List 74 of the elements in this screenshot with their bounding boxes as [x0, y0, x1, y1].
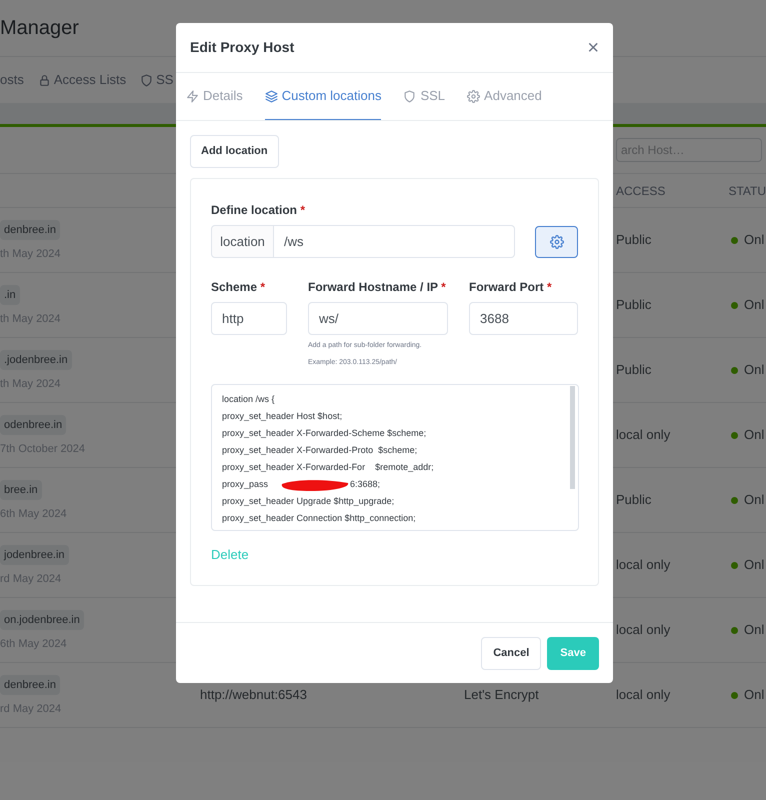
- code-line: proxy_set_header X-Forwarded-Scheme $scheme;: [222, 427, 428, 440]
- domain-badge: odenbree.in: [0, 414, 66, 435]
- status-text: Onl: [744, 621, 764, 640]
- domain-badge: .jodenbree.in: [0, 350, 72, 370]
- close-button[interactable]: ×: [587, 38, 599, 58]
- nav-link[interactable]: osts: [0, 70, 24, 90]
- code-line: proxy_set_header Host $host;: [222, 410, 344, 423]
- required-mark: *: [260, 280, 266, 294]
- redaction-mark: [280, 478, 350, 492]
- field-label: Scheme *: [211, 279, 266, 296]
- input-field[interactable]: ws/: [308, 302, 448, 335]
- delete-link[interactable]: Delete: [211, 545, 249, 564]
- access-cell: local only: [616, 622, 670, 638]
- destination-cell: http://webnut:6543: [200, 687, 307, 702]
- nav-link[interactable]: SS: [140, 70, 174, 90]
- tab[interactable]: Details: [186, 73, 243, 120]
- field-label: Forward Port *: [469, 279, 553, 296]
- ssl-cell: Let's Encrypt: [464, 687, 539, 702]
- tab[interactable]: Advanced: [467, 73, 542, 120]
- status-text: Onl: [744, 491, 764, 510]
- settings-icon: [467, 90, 480, 102]
- domain-badge: on.jodenbree.in: [0, 610, 84, 630]
- column-header: STATU: [728, 182, 766, 200]
- code-text: 6:3688;: [350, 478, 380, 491]
- code-line: proxy_set_header Upgrade $http_upgrade;: [222, 495, 396, 508]
- access-cell: Public: [616, 362, 652, 378]
- code-line: proxy_set_header Connection $http_connection;: [222, 512, 417, 525]
- code-line: proxy_set_header X-Forwarded-Proto $scheme;: [222, 444, 418, 457]
- required-mark: *: [441, 280, 446, 294]
- location-addon: location: [211, 225, 274, 258]
- access-cell: Public: [616, 492, 652, 508]
- status-text: Onl: [744, 426, 764, 444]
- save-button[interactable]: Save: [547, 636, 599, 670]
- access-cell: local only: [616, 687, 670, 702]
- tab[interactable]: Custom locations: [264, 73, 382, 120]
- domain-badge: bree.in: [0, 480, 42, 500]
- status-text: Onl: [744, 296, 764, 314]
- settings-button[interactable]: [535, 226, 578, 258]
- input-field[interactable]: 3688: [469, 302, 578, 335]
- field-label: Define location *: [211, 202, 306, 219]
- status-text: Onl: [744, 686, 764, 704]
- access-cell: Public: [616, 232, 652, 248]
- field-label: Forward Hostname / IP *: [308, 279, 447, 296]
- status-text: Onl: [744, 231, 764, 250]
- domain-badge: .in: [0, 284, 20, 305]
- input-field[interactable]: http: [211, 302, 287, 335]
- tab[interactable]: SSL: [403, 73, 446, 120]
- column-header: ACCESS: [616, 182, 666, 200]
- shield-icon: [140, 74, 154, 86]
- status-text: Onl: [744, 361, 764, 380]
- settings-icon: [550, 234, 564, 248]
- lightning-icon: [186, 90, 199, 102]
- app-title: Manager: [0, 16, 79, 41]
- status-text: Onl: [744, 556, 764, 574]
- code-line: location /ws {: [222, 393, 276, 406]
- layers-icon: [264, 90, 278, 102]
- lock-icon: [38, 74, 51, 86]
- shield-icon: [403, 90, 416, 102]
- nav-link[interactable]: Access Lists: [38, 70, 126, 90]
- code-line: proxy_set_header X-Forwarded-For $remote_addr;: [222, 461, 435, 474]
- access-cell: Public: [616, 297, 652, 312]
- access-cell: local only: [616, 427, 670, 442]
- required-mark: *: [300, 203, 306, 217]
- location-field[interactable]: /ws: [274, 225, 515, 258]
- add-location-button[interactable]: Add location: [190, 135, 279, 168]
- domain-badge: denbree.in: [0, 674, 60, 695]
- domain-badge: jodenbree.in: [0, 544, 69, 565]
- config-textarea[interactable]: [211, 384, 579, 531]
- cancel-button[interactable]: Cancel: [481, 636, 542, 670]
- modal-title: Edit Proxy Host: [190, 38, 294, 57]
- domain-badge: denbree.in: [0, 220, 60, 240]
- code-text: proxy_pass: [222, 478, 268, 491]
- required-mark: *: [547, 280, 552, 294]
- access-cell: local only: [616, 557, 670, 572]
